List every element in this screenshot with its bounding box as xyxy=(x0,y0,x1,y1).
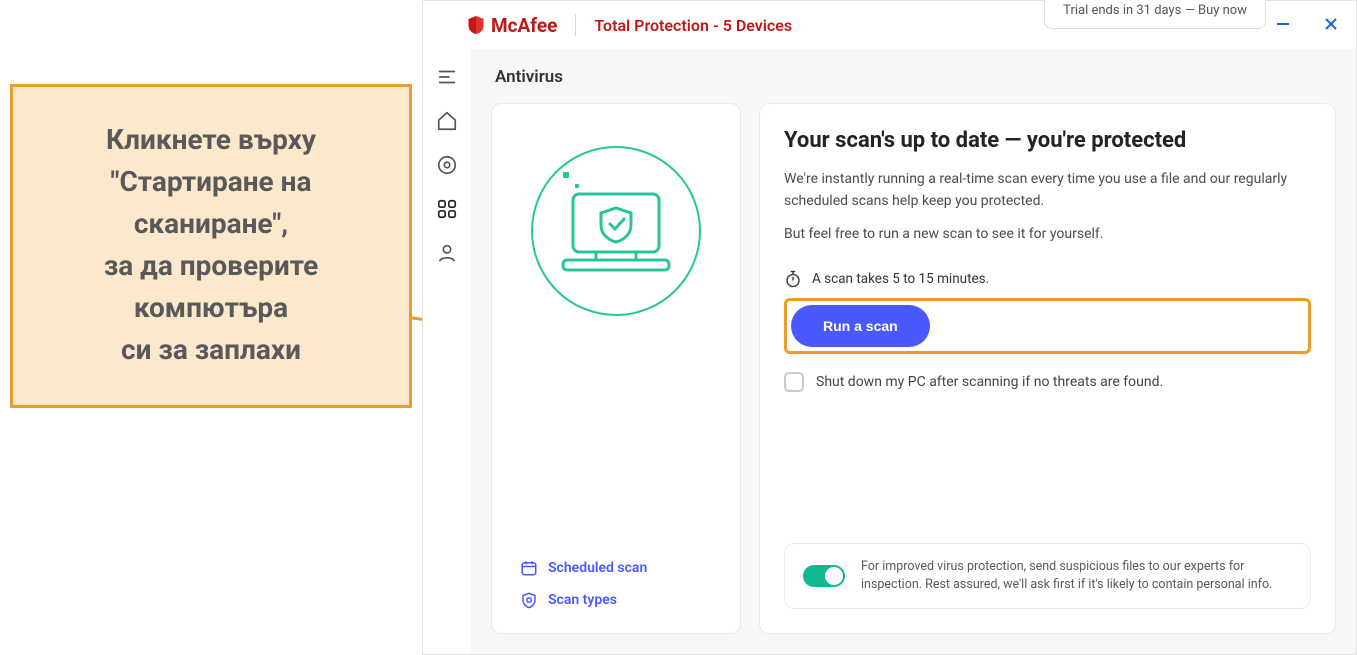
scan-illustration-card: Scheduled scan Scan types xyxy=(491,103,741,634)
privacy-icon[interactable] xyxy=(433,151,461,179)
scheduled-scan-label: Scheduled scan xyxy=(548,560,647,576)
instruction-callout: Кликнете върху "Стартиране на сканиране"… xyxy=(10,84,412,408)
account-icon[interactable] xyxy=(433,239,461,267)
callout-text: Кликнете върху "Стартиране на сканиране"… xyxy=(25,119,397,371)
scan-status-body1: We're instantly running a real-time scan… xyxy=(784,169,1311,212)
scan-duration-row: A scan takes 5 to 15 minutes. xyxy=(784,270,1311,288)
calendar-icon xyxy=(520,559,538,577)
scan-status-headline: Your scan's up to date — you're protecte… xyxy=(784,128,1311,153)
stopwatch-icon xyxy=(784,270,802,288)
brand-row: McAfee Total Protection - 5 Devices xyxy=(467,14,792,37)
titlebar: McAfee Total Protection - 5 Devices Tria… xyxy=(423,1,1356,49)
scan-illustration-icon xyxy=(531,146,701,316)
shield-logo-icon xyxy=(467,14,485,36)
send-files-toggle[interactable] xyxy=(803,565,845,587)
shield-gear-icon xyxy=(520,591,538,609)
scan-status-card: Your scan's up to date — you're protecte… xyxy=(759,103,1336,634)
product-name: Total Protection - 5 Devices xyxy=(594,16,792,35)
run-scan-button[interactable]: Run a scan xyxy=(791,305,930,347)
content-area: Antivirus xyxy=(471,49,1356,654)
scan-types-label: Scan types xyxy=(548,592,617,608)
run-scan-highlight: Run a scan xyxy=(784,298,1311,354)
nav-rail xyxy=(423,49,471,654)
shutdown-option-row: Shut down my PC after scanning if no thr… xyxy=(784,372,1311,392)
home-icon[interactable] xyxy=(433,107,461,135)
scan-duration-text: A scan takes 5 to 15 minutes. xyxy=(812,271,989,287)
trial-notice-button[interactable]: Trial ends in 31 days — Buy now xyxy=(1044,0,1266,29)
send-files-text: For improved virus protection, send susp… xyxy=(861,558,1292,594)
close-button[interactable] xyxy=(1316,9,1346,39)
shutdown-label: Shut down my PC after scanning if no thr… xyxy=(816,374,1163,390)
page-title: Antivirus xyxy=(495,67,1336,87)
apps-icon[interactable] xyxy=(433,195,461,223)
shutdown-checkbox[interactable] xyxy=(784,372,804,392)
menu-icon[interactable] xyxy=(433,63,461,91)
mcafee-logo: McAfee xyxy=(467,14,557,37)
send-files-card: For improved virus protection, send susp… xyxy=(784,543,1311,609)
window-controls xyxy=(1268,9,1346,39)
brand-name: McAfee xyxy=(491,14,557,37)
scan-status-body2: But feel free to run a new scan to see i… xyxy=(784,226,1311,242)
scan-types-link[interactable]: Scan types xyxy=(520,591,716,609)
app-window: McAfee Total Protection - 5 Devices Tria… xyxy=(422,0,1357,655)
brand-separator xyxy=(575,14,576,36)
scheduled-scan-link[interactable]: Scheduled scan xyxy=(520,559,716,577)
minimize-button[interactable] xyxy=(1268,9,1298,39)
